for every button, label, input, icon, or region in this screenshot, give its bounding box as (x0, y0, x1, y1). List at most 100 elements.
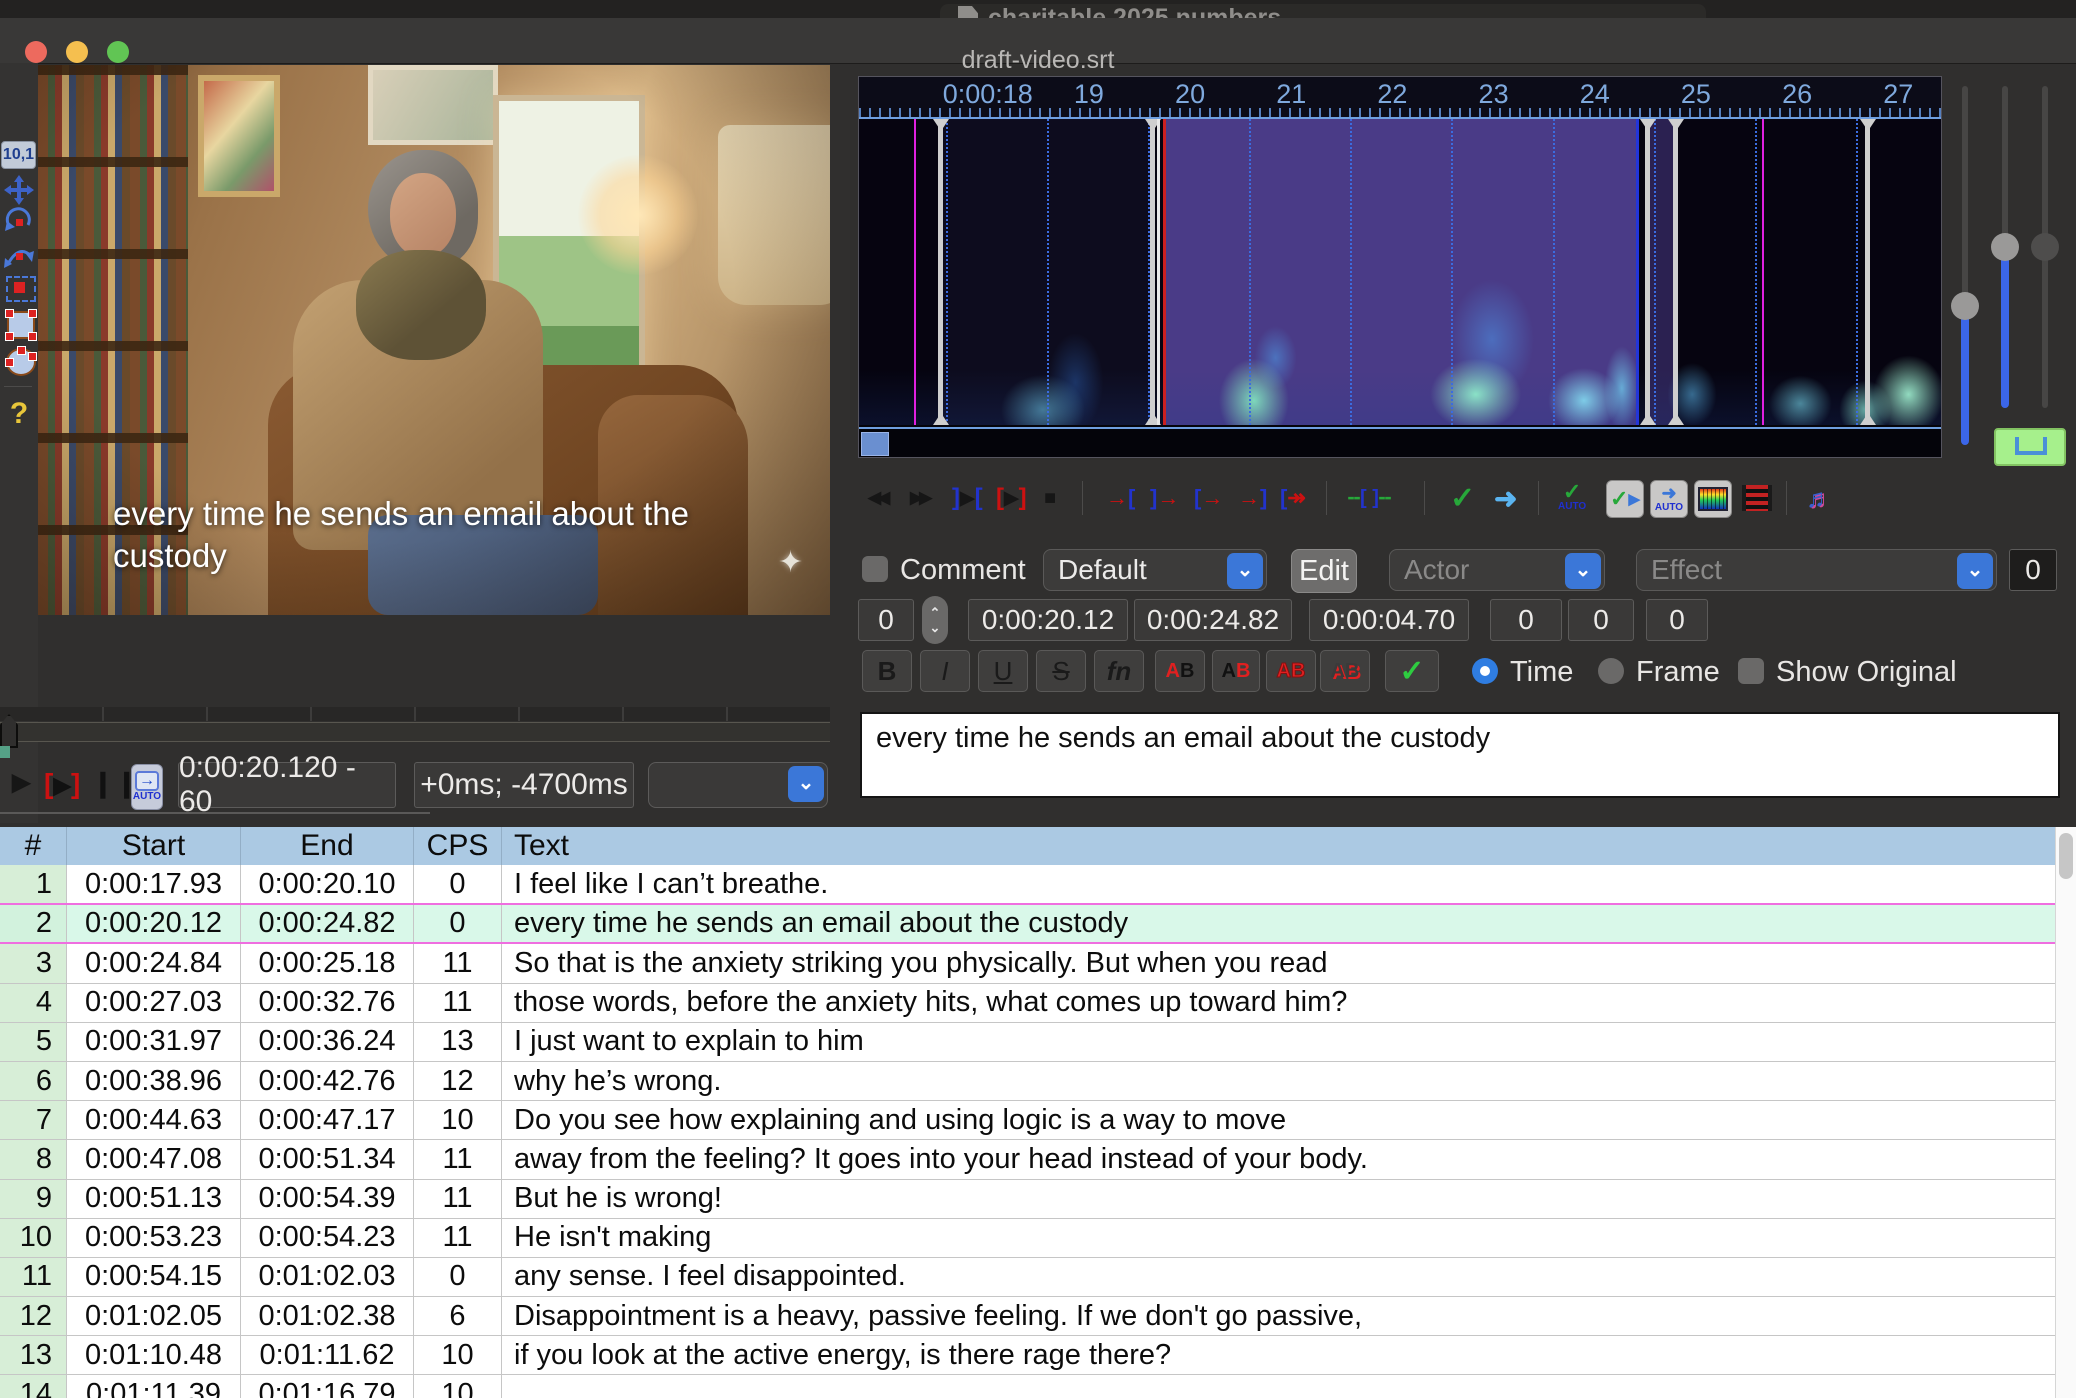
line-boundary-marker[interactable] (1150, 119, 1155, 425)
end-time-field[interactable]: 0:00:24.82 (1134, 599, 1292, 641)
play-to-end-button[interactable]: [↠ (1280, 476, 1306, 520)
auto-scroll-toggle[interactable]: ➜AUTO (1650, 480, 1688, 518)
rotate-xy-tool-icon[interactable] (2, 242, 36, 270)
subtitle-row[interactable]: 14 0:01:11.39 0:01:16.79 10 (0, 1375, 2056, 1398)
video-seek-bar[interactable] (0, 722, 830, 742)
selection-start-marker[interactable] (1163, 119, 1166, 425)
layer-stepper[interactable]: ⌃⌄ (922, 596, 948, 644)
selection-end-marker[interactable] (1636, 119, 1639, 425)
volume-knob[interactable] (2031, 233, 2059, 261)
subtitle-row[interactable]: 12 0:01:02.05 0:01:02.38 6 Disappointmen… (0, 1297, 2056, 1336)
karaoke-mode-button[interactable]: ♬ (1806, 476, 1832, 520)
timeline-label: 20 (1175, 79, 1205, 110)
header-cps[interactable]: CPS (414, 827, 502, 865)
stop-button[interactable]: ■ (1044, 476, 1056, 520)
header-num[interactable]: # (0, 827, 67, 865)
play-first-500ms-button[interactable]: [→ (1194, 476, 1223, 520)
link-sliders-toggle[interactable] (1994, 428, 2066, 466)
margin-left-field[interactable]: 0 (1490, 599, 1562, 641)
strikeout-button[interactable]: S (1036, 650, 1086, 692)
play-500ms-after-button[interactable]: ]→ (1150, 476, 1179, 520)
vertical-zoom-link-button[interactable] (1742, 476, 1772, 520)
subtitle-row[interactable]: 4 0:00:27.03 0:00:32.76 11 those words, … (0, 984, 2056, 1023)
clip-tool-icon[interactable] (7, 311, 35, 339)
comment-checkbox[interactable] (862, 556, 888, 582)
audio-scrollbar-thumb[interactable] (861, 432, 889, 456)
zoom-combo[interactable]: ⌄ (648, 762, 828, 808)
help-icon[interactable]: ? (2, 397, 36, 431)
header-end[interactable]: End (241, 827, 414, 865)
frame-radio[interactable] (1598, 658, 1624, 684)
line-boundary-marker[interactable] (1645, 119, 1650, 425)
shadow-color-button[interactable]: AB (1320, 650, 1370, 692)
spectrogram[interactable] (859, 119, 1941, 425)
header-text[interactable]: Text (502, 827, 2056, 865)
margin-right-field[interactable]: 0 (1568, 599, 1634, 641)
commit-button[interactable]: ✓ (1450, 476, 1475, 520)
subtitle-row[interactable]: 8 0:00:47.08 0:00:51.34 11 away from the… (0, 1140, 2056, 1179)
rotate-z-tool-icon[interactable] (2, 207, 36, 235)
audio-scrollbar[interactable] (859, 427, 1941, 457)
bold-button[interactable]: B (862, 650, 912, 692)
play-button[interactable]: ▶ (12, 768, 30, 797)
time-radio[interactable] (1472, 658, 1498, 684)
play-selection-button[interactable]: ]▶[ (952, 476, 983, 520)
vector-clip-tool-icon[interactable] (6, 348, 36, 376)
subtitle-row[interactable]: 13 0:01:10.48 0:01:11.62 10 if you look … (0, 1336, 2056, 1375)
frame-radio-label[interactable]: Frame (1636, 656, 1720, 689)
margin-vertical-field[interactable]: 0 (1646, 599, 1708, 641)
next-line-button[interactable]: ▶▶ (910, 476, 928, 520)
italic-button[interactable]: I (920, 650, 970, 692)
scale-tool-icon[interactable] (6, 276, 36, 302)
play-last-500ms-button[interactable]: →] (1238, 476, 1267, 520)
auto-next-toggle[interactable]: ✓▶ (1606, 480, 1644, 518)
subtitle-text-input[interactable]: every time he sends an email about the c… (860, 712, 2060, 798)
play-current-line-button[interactable]: [▶] (996, 476, 1027, 520)
spectrum-mode-toggle[interactable] (1694, 480, 1732, 518)
subtitle-row[interactable]: 6 0:00:38.96 0:00:42.76 12 why he’s wron… (0, 1062, 2056, 1101)
show-original-label[interactable]: Show Original (1776, 656, 1957, 689)
subtitle-row[interactable]: 7 0:00:44.63 0:00:47.17 10 Do you see ho… (0, 1101, 2056, 1140)
previous-line-button[interactable]: ◀◀ (868, 476, 886, 520)
subtitle-row[interactable]: 3 0:00:24.84 0:00:25.18 11 So that is th… (0, 944, 2056, 983)
go-to-next-button[interactable]: ➜ (1494, 476, 1517, 520)
header-start[interactable]: Start (67, 827, 241, 865)
play-500ms-before-button[interactable]: →[ (1106, 476, 1135, 520)
outline-color-button[interactable]: AB (1266, 650, 1316, 692)
line-boundary-marker[interactable] (938, 119, 943, 425)
font-face-button[interactable]: fn (1094, 650, 1144, 692)
auto-seek-toggle[interactable]: → AUTO (131, 764, 163, 810)
subtitle-row[interactable]: 5 0:00:31.97 0:00:36.24 13 I just want t… (0, 1023, 2056, 1062)
grid-scrollbar-thumb[interactable] (2059, 833, 2073, 879)
show-original-checkbox[interactable] (1738, 658, 1764, 684)
underline-button[interactable]: U (978, 650, 1028, 692)
subtitle-row[interactable]: 11 0:00:54.15 0:01:02.03 0 any sense. I … (0, 1258, 2056, 1297)
layer-field[interactable]: 0 (858, 599, 914, 641)
line-boundary-marker[interactable] (1673, 119, 1678, 425)
horizontal-zoom-knob[interactable] (1951, 292, 1979, 320)
subtitle-row[interactable]: 1 0:00:17.93 0:00:20.10 0 I feel like I … (0, 865, 2056, 904)
duration-field[interactable]: 0:00:04.70 (1309, 599, 1469, 641)
auto-commit-toggle[interactable]: ✓AUTO (1558, 476, 1586, 520)
secondary-color-button[interactable]: AB (1212, 650, 1260, 692)
vertical-zoom-knob[interactable] (1991, 233, 2019, 261)
lead-in-out-button[interactable]: ╌[ ]╌ (1348, 476, 1391, 520)
audio-display[interactable]: 0:00:18192021222324252627 (858, 76, 1942, 458)
play-line-button[interactable]: [▶] (44, 768, 80, 800)
drag-tool-icon[interactable] (2, 175, 36, 205)
time-radio-label[interactable]: Time (1510, 656, 1573, 689)
primary-color-button[interactable]: AB (1155, 650, 1205, 692)
subtitle-row[interactable]: 10 0:00:53.23 0:00:54.23 11 He isn't mak… (0, 1219, 2056, 1258)
grid-scrollbar[interactable] (2055, 827, 2076, 1398)
style-combo[interactable]: Default ⌄ (1043, 549, 1267, 591)
video-preview[interactable]: every time he sends an email about the c… (38, 65, 830, 615)
edit-style-button[interactable]: Edit (1291, 549, 1357, 593)
subtitle-row[interactable]: 9 0:00:51.13 0:00:54.39 11 But he is wro… (0, 1180, 2056, 1219)
subtitle-row[interactable]: 2 0:00:20.12 0:00:24.82 0 every time he … (0, 903, 2056, 944)
row-end-time: 0:01:16.79 (241, 1375, 414, 1398)
effect-combo[interactable]: Effect ⌄ (1636, 549, 1997, 591)
commit-text-button[interactable]: ✓ (1385, 650, 1439, 692)
line-boundary-marker[interactable] (1865, 119, 1870, 425)
actor-combo[interactable]: Actor ⌄ (1389, 549, 1605, 591)
start-time-field[interactable]: 0:00:20.12 (968, 599, 1128, 641)
